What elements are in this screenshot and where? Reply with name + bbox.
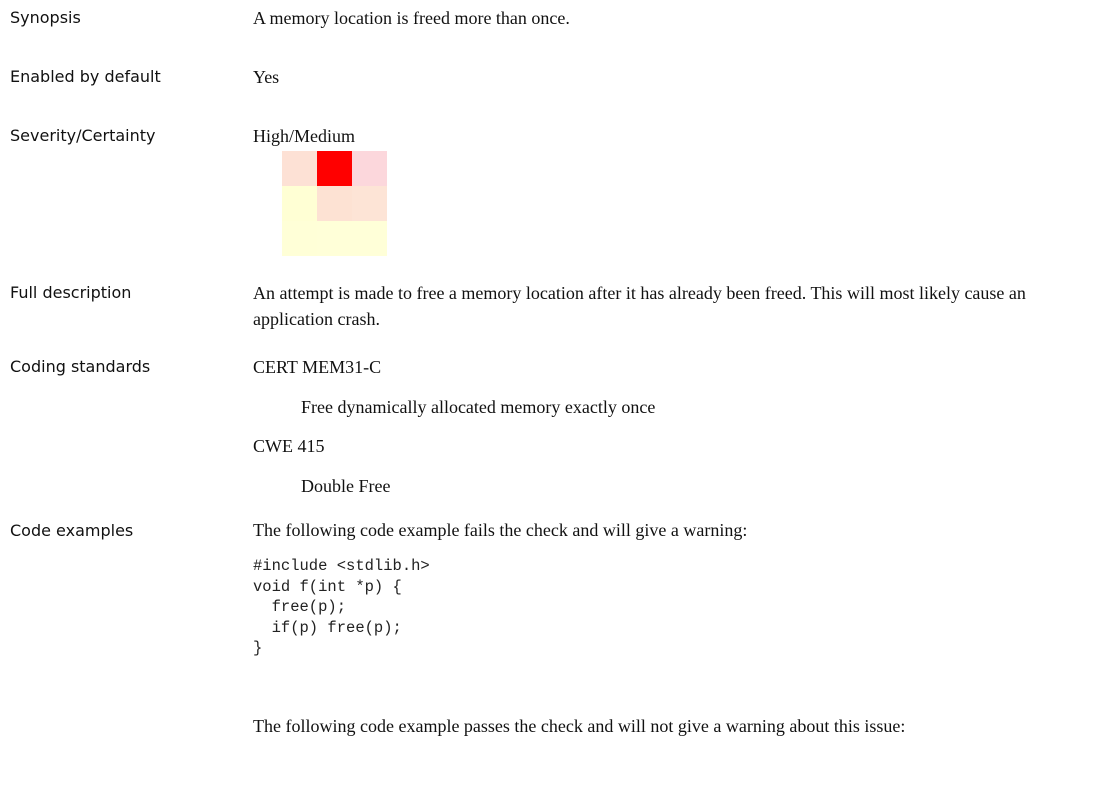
severity-matrix-cell: [317, 186, 352, 221]
coding-standard-name: CERT MEM31-C: [253, 357, 382, 377]
code-example-fail-code: #include <stdlib.h> void f(int *p) { fre…: [253, 557, 430, 657]
severity-matrix-cell: [352, 186, 387, 221]
severity-certainty-label: Severity/Certainty: [10, 126, 156, 145]
synopsis-text: A memory location is freed more than onc…: [253, 8, 570, 28]
severity-certainty-matrix: [282, 151, 387, 256]
full-description-text: An attempt is made to free a memory loca…: [253, 283, 1026, 329]
severity-matrix-cell: [282, 186, 317, 221]
document-page: Synopsis A memory location is freed more…: [0, 0, 1110, 811]
severity-matrix-cell: [282, 151, 317, 186]
coding-standards-label: Coding standards: [10, 357, 151, 376]
severity-matrix-cell: [282, 221, 317, 256]
coding-standard-description: Double Free: [301, 476, 391, 496]
code-examples-label: Code examples: [10, 521, 134, 540]
severity-matrix-cell: [317, 151, 352, 186]
code-example-fail-intro: The following code example fails the che…: [253, 520, 748, 540]
full-description-label: Full description: [10, 283, 132, 302]
code-example-pass-intro: The following code example passes the ch…: [253, 716, 906, 736]
severity-matrix-cell: [317, 221, 352, 256]
severity-matrix-cell: [352, 221, 387, 256]
synopsis-label: Synopsis: [10, 8, 81, 27]
enabled-by-default-label: Enabled by default: [10, 67, 161, 86]
severity-certainty-value: High/Medium: [253, 126, 355, 146]
coding-standard-description: Free dynamically allocated memory exactl…: [301, 397, 656, 417]
severity-matrix-cell: [352, 151, 387, 186]
coding-standard-name: CWE 415: [253, 436, 325, 456]
enabled-by-default-value: Yes: [253, 67, 280, 87]
